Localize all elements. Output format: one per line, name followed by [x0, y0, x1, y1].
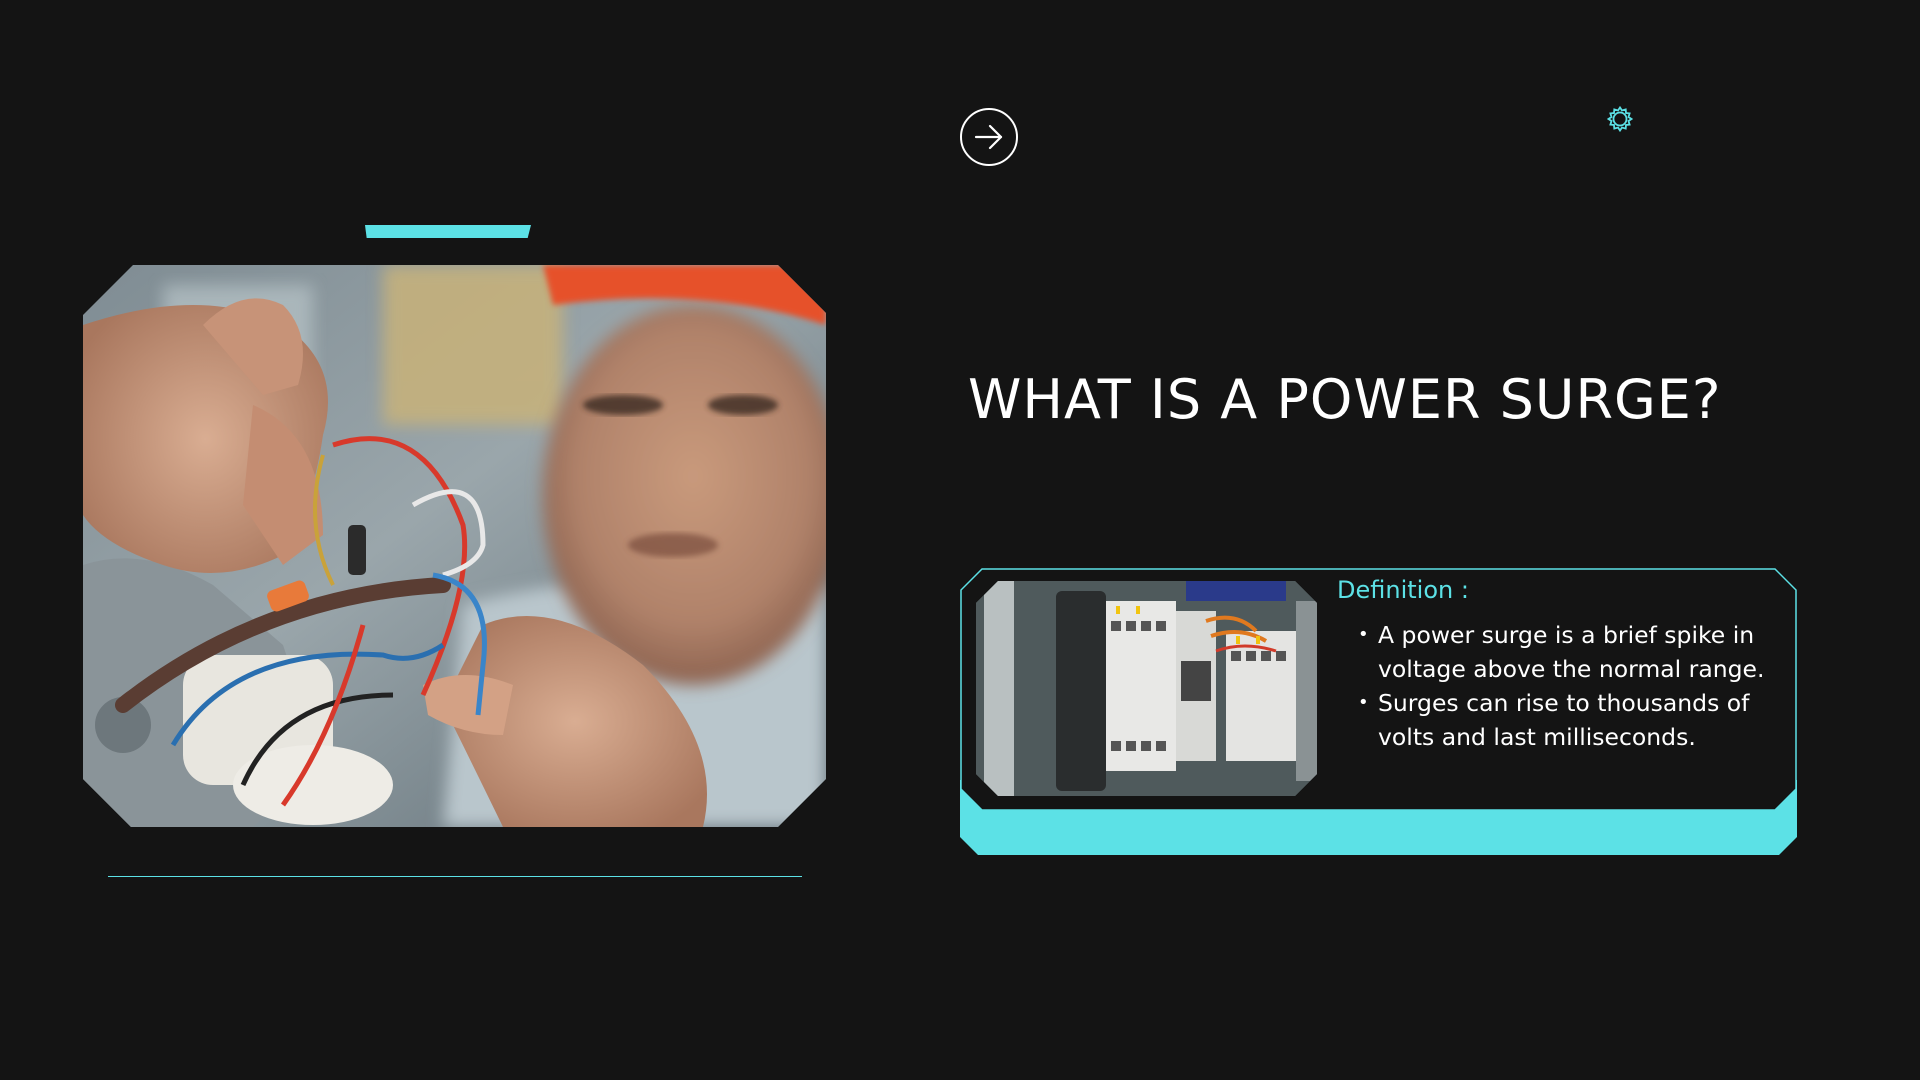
definition-card: Definition : A power surge is a brief sp…	[960, 568, 1797, 811]
bullet-item: Surges can rise to thousands of volts an…	[1358, 686, 1778, 754]
gear-icon	[1606, 105, 1634, 133]
electrician-photo	[83, 265, 826, 827]
bullet-item: A power surge is a brief spike in voltag…	[1358, 618, 1778, 686]
slide-title: WHAT IS A POWER SURGE?	[968, 368, 1722, 431]
arrow-right-icon	[974, 124, 1003, 150]
definition-label: Definition :	[1337, 576, 1469, 604]
slide: WHAT IS A POWER SURGE? Definition: • A …	[0, 0, 1920, 1080]
accent-bar	[365, 225, 531, 238]
next-slide-button[interactable]	[960, 108, 1018, 166]
divider-line	[108, 876, 802, 877]
definition-bullets: A power surge is a brief spike in voltag…	[1358, 618, 1778, 754]
electrical-panel-photo	[976, 581, 1317, 796]
